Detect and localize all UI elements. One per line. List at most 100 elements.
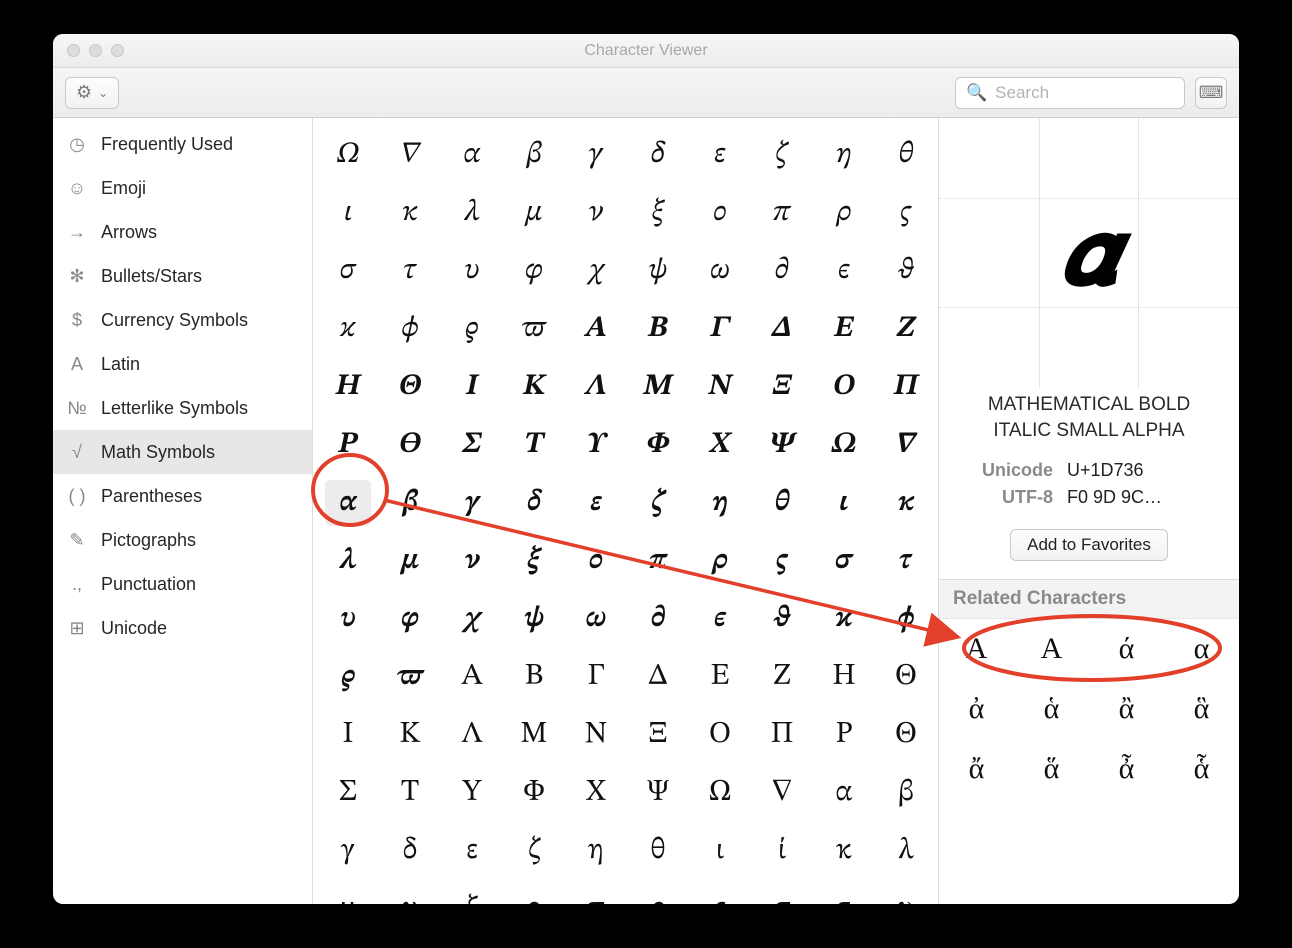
glyph-cell[interactable]: Α (441, 648, 503, 706)
glyph-cell[interactable]: 𝝒 (813, 590, 875, 648)
glyph-cell[interactable]: π (565, 880, 627, 904)
glyph-cell[interactable]: 𝜒 (565, 242, 627, 300)
glyph-cell[interactable]: Ο (689, 706, 751, 764)
glyph-cell[interactable]: 𝝏 (627, 590, 689, 648)
sidebar-item-letterlike-symbols[interactable]: №Letterlike Symbols (53, 386, 312, 430)
glyph-cell[interactable]: 𝜰 (565, 416, 627, 474)
glyph-cell[interactable]: 𝜩 (751, 358, 813, 416)
related-glyph-cell[interactable]: α (1164, 619, 1239, 679)
glyph-cell[interactable]: 𝝕 (379, 648, 441, 706)
glyph-cell[interactable]: θ (627, 822, 689, 880)
glyph-cell[interactable]: 𝜚 (441, 300, 503, 358)
glyph-cell[interactable]: 𝜯 (503, 416, 565, 474)
glyph-cell[interactable]: 𝜡 (875, 300, 937, 358)
glyph-cell[interactable]: ξ (441, 880, 503, 904)
glyph-cell[interactable]: 𝝀 (317, 532, 379, 590)
search-input[interactable] (995, 83, 1216, 103)
glyph-cell[interactable]: Μ (503, 706, 565, 764)
glyph-cell[interactable]: Δ (627, 648, 689, 706)
glyph-cell[interactable]: 𝜢 (317, 358, 379, 416)
glyph-cell[interactable]: 𝜞 (689, 300, 751, 358)
glyph-cell[interactable]: Τ (379, 764, 441, 822)
glyph-cell[interactable]: Υ (441, 764, 503, 822)
glyph-cell[interactable]: 𝝉 (875, 532, 937, 590)
glyph-cell[interactable]: β (875, 764, 937, 822)
glyph-cell[interactable]: 𝜿 (875, 474, 937, 532)
glyph-cell[interactable]: 𝝓 (875, 590, 937, 648)
glyph-cell[interactable]: 𝜜 (565, 300, 627, 358)
glyph-cell[interactable]: 𝝁 (379, 532, 441, 590)
glyph-cell[interactable]: Φ (503, 764, 565, 822)
glyph-cell[interactable]: 𝜌 (813, 184, 875, 242)
glyph-cell[interactable]: γ (317, 822, 379, 880)
glyph-cell[interactable]: Ρ (813, 706, 875, 764)
glyph-cell[interactable]: 𝝎 (565, 590, 627, 648)
glyph-cell[interactable]: 𝜊 (689, 184, 751, 242)
glyph-cell[interactable]: Θ (875, 648, 937, 706)
glyph-cell[interactable]: 𝜹 (503, 474, 565, 532)
glyph-cell[interactable]: 𝜼 (689, 474, 751, 532)
glyph-cell[interactable]: 𝝐 (689, 590, 751, 648)
glyph-cell[interactable]: 𝝄 (565, 532, 627, 590)
glyph-cell[interactable]: 𝜃 (875, 126, 937, 184)
add-to-favorites-button[interactable]: Add to Favorites (1010, 529, 1168, 561)
glyph-cell[interactable]: 𝜻 (627, 474, 689, 532)
glyph-cell[interactable]: 𝛽 (503, 126, 565, 184)
related-glyph-cell[interactable]: ἂ (1089, 679, 1164, 739)
keyboard-viewer-button[interactable]: ⌨ (1195, 77, 1227, 109)
glyph-cell[interactable]: 𝜛 (503, 300, 565, 358)
glyph-cell[interactable]: Κ (379, 706, 441, 764)
glyph-cell[interactable]: 𝜤 (441, 358, 503, 416)
glyph-cell[interactable]: 𝜁 (751, 126, 813, 184)
glyph-cell[interactable]: 𝜟 (751, 300, 813, 358)
glyph-cell[interactable]: ε (441, 822, 503, 880)
glyph-cell[interactable]: ς (689, 880, 751, 904)
related-glyph-cell[interactable]: ἁ (1014, 679, 1089, 739)
glyph-cell[interactable]: 𝜀 (689, 126, 751, 184)
glyph-cell[interactable]: 𝝆 (689, 532, 751, 590)
glyph-cell[interactable]: 𝝈 (813, 532, 875, 590)
glyph-cell[interactable]: κ (813, 822, 875, 880)
glyph-cell[interactable]: 𝜠 (813, 300, 875, 358)
glyph-cell[interactable]: 𝝃 (503, 532, 565, 590)
glyph-cell[interactable]: 𝜕 (751, 242, 813, 300)
glyph-cell[interactable]: 𝜋 (751, 184, 813, 242)
glyph-cell[interactable]: 𝜗 (875, 242, 937, 300)
glyph-cell[interactable]: δ (379, 822, 441, 880)
glyph-cell[interactable]: Ω (689, 764, 751, 822)
glyph-cell[interactable]: Ν (565, 706, 627, 764)
related-glyph-cell[interactable]: Ά (939, 619, 1014, 679)
glyph-cell[interactable]: 𝜏 (379, 242, 441, 300)
glyph-cell[interactable]: 𝜽 (751, 474, 813, 532)
glyph-cell[interactable]: ν (379, 880, 441, 904)
glyph-cell[interactable]: 𝝅 (627, 532, 689, 590)
sidebar-item-pictographs[interactable]: ✎Pictographs (53, 518, 312, 562)
settings-menu-button[interactable]: ⚙ ⌄ (65, 77, 119, 109)
glyph-cell[interactable]: 𝛺 (317, 126, 379, 184)
glyph-cell[interactable]: 𝜾 (813, 474, 875, 532)
glyph-cell[interactable]: 𝝍 (503, 590, 565, 648)
glyph-cell[interactable]: τ (813, 880, 875, 904)
glyph-cell[interactable]: 𝜳 (751, 416, 813, 474)
glyph-cell[interactable]: 𝜸 (441, 474, 503, 532)
glyph-cell[interactable]: 𝜪 (813, 358, 875, 416)
glyph-cell[interactable]: 𝜎 (317, 242, 379, 300)
glyph-cell[interactable]: 𝜧 (627, 358, 689, 416)
related-glyph-cell[interactable]: Α (1014, 619, 1089, 679)
glyph-cell[interactable]: 𝜣 (379, 358, 441, 416)
glyph-cell[interactable]: 𝜝 (627, 300, 689, 358)
glyph-cell[interactable]: Γ (565, 648, 627, 706)
glyph-cell[interactable]: ί (751, 822, 813, 880)
glyph-cell[interactable]: ζ (503, 822, 565, 880)
glyph-cell[interactable]: ι (689, 822, 751, 880)
sidebar-item-emoji[interactable]: ☺Emoji (53, 166, 312, 210)
sidebar-item-punctuation[interactable]: .,Punctuation (53, 562, 312, 606)
related-glyph-cell[interactable]: ἅ (1014, 739, 1089, 799)
glyph-cell[interactable]: Ι (317, 706, 379, 764)
glyph-cell[interactable]: 𝜺 (565, 474, 627, 532)
glyph-cell[interactable]: 𝜔 (689, 242, 751, 300)
glyph-cell[interactable]: α (813, 764, 875, 822)
glyph-cell[interactable]: Π (751, 706, 813, 764)
glyph-cell[interactable]: 𝜷 (379, 474, 441, 532)
related-glyph-cell[interactable]: ἃ (1164, 679, 1239, 739)
